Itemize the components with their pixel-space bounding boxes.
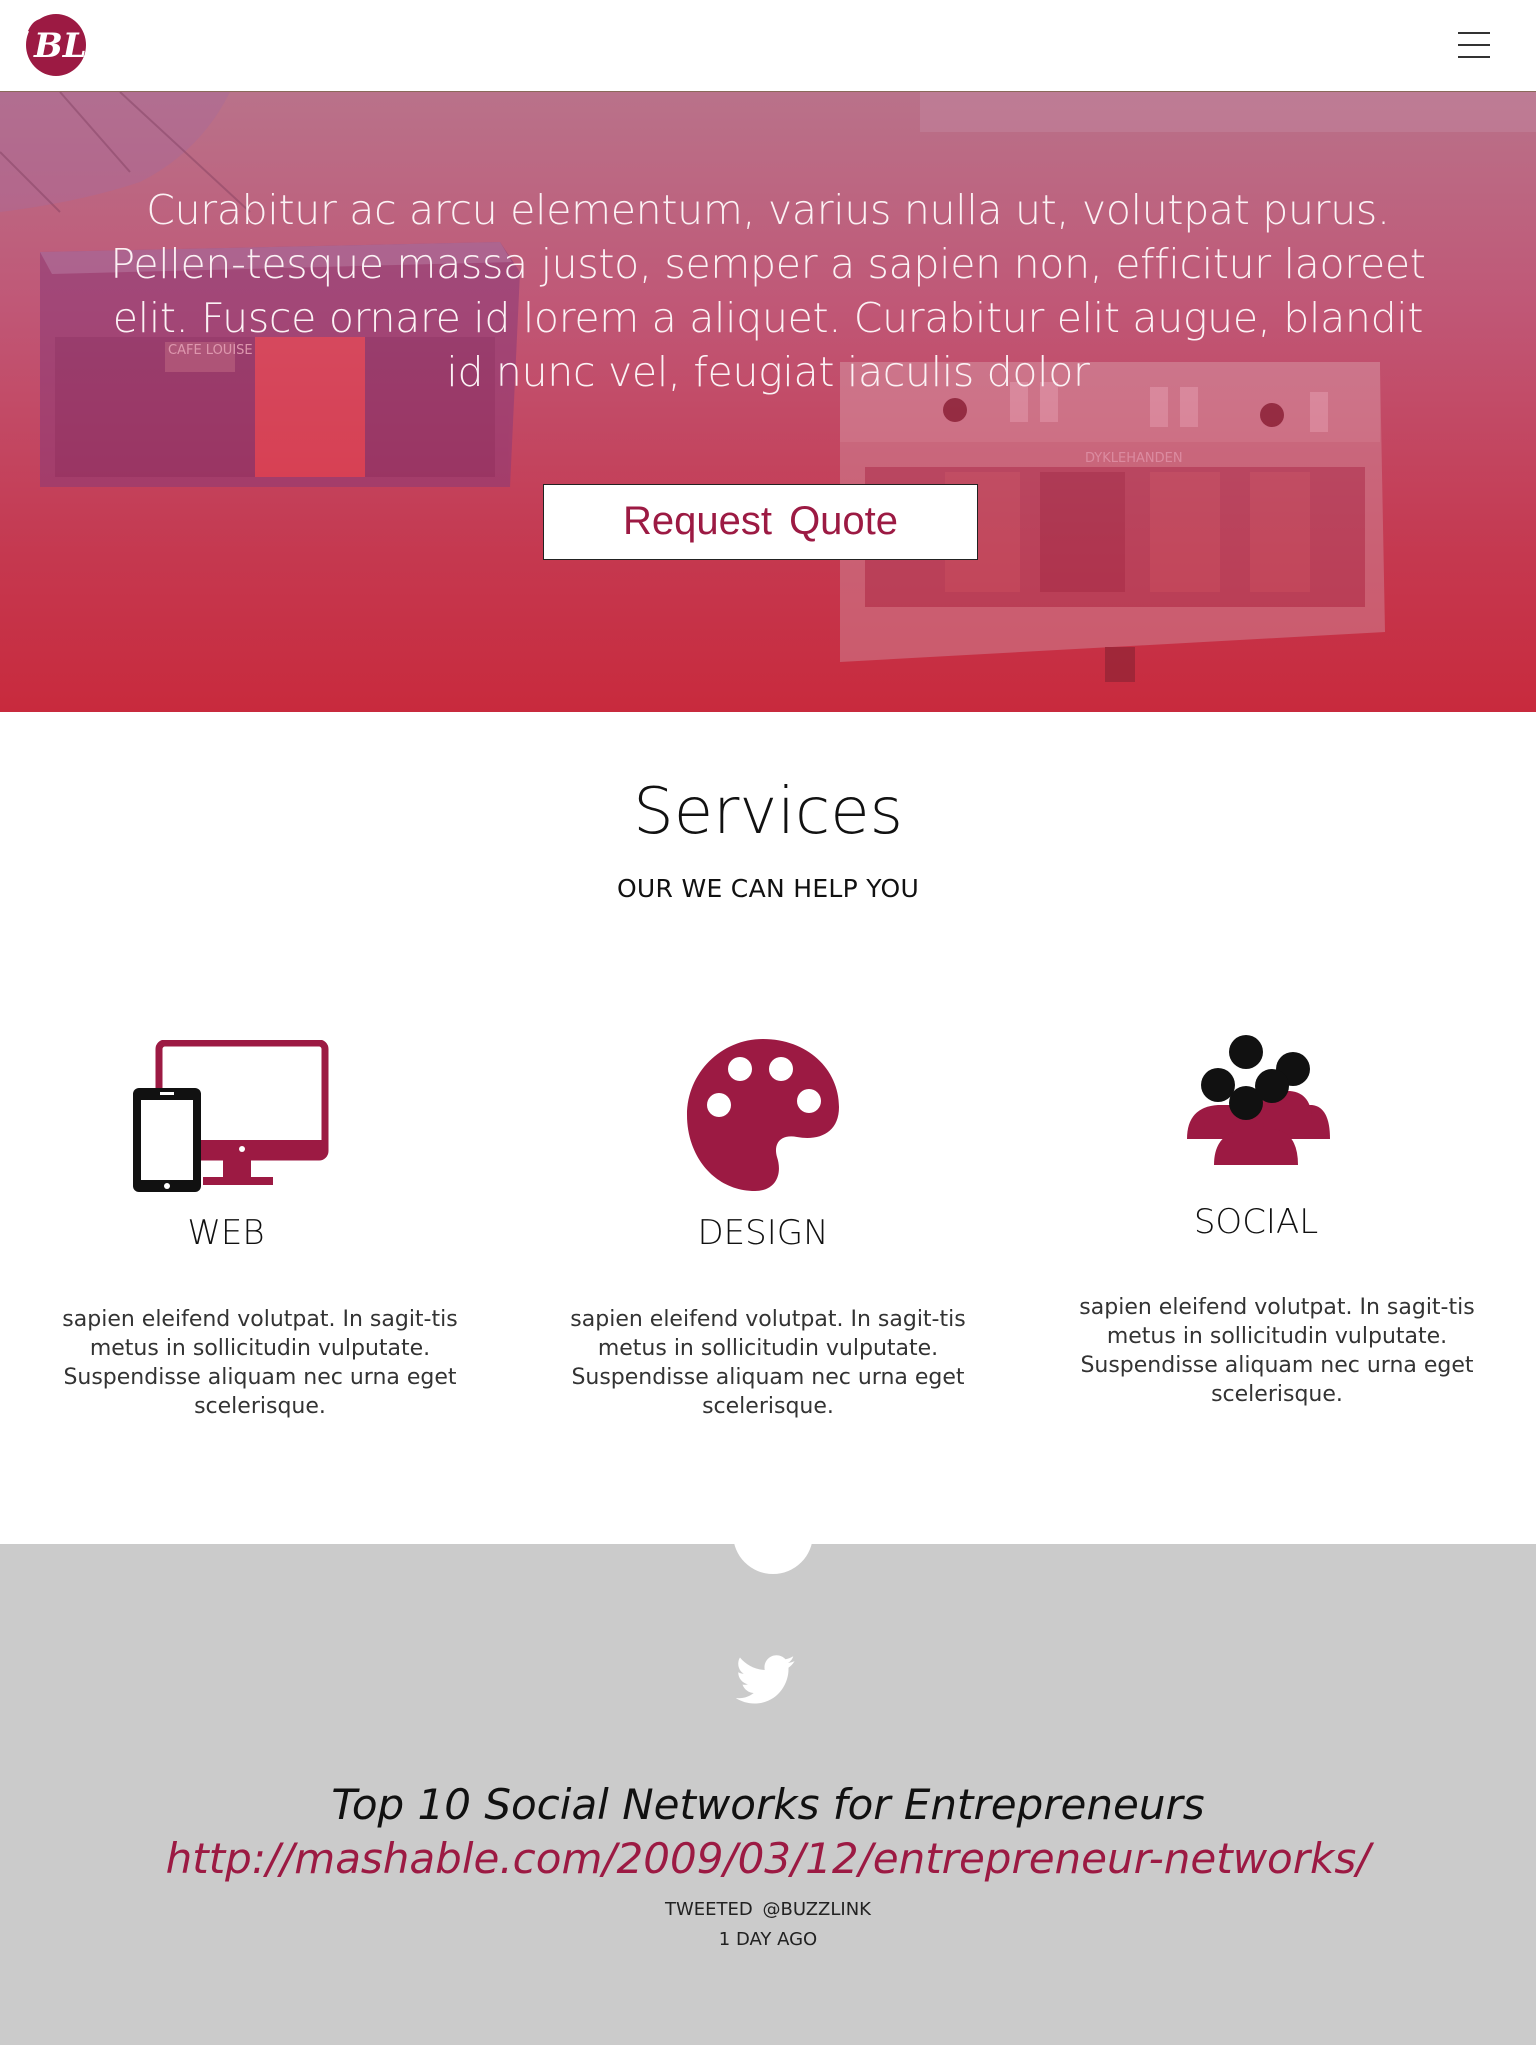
tweet-author: TWEETED @BUZZLINK <box>665 1899 871 1920</box>
service-desc-design: sapien eleifend volutpat. In sagit-tis m… <box>570 1307 966 1419</box>
hero-banner: CAFE LOUISE DYKLEHANDEN Curabitur ac arc… <box>0 91 1536 712</box>
hamburger-menu-icon[interactable] <box>1454 30 1494 60</box>
devices-icon <box>132 1039 330 1194</box>
svg-text:BL: BL <box>33 26 87 66</box>
hero-tagline: Curabitur ac arcu elementum, varius null… <box>110 186 1426 396</box>
svg-text:DYKLEHANDEN: DYKLEHANDEN <box>1085 451 1183 466</box>
section-notch <box>733 1494 813 1574</box>
tweet-title: Top 10 Social Networks for Entrepreneurs <box>331 1780 1205 1829</box>
twitter-bird-icon[interactable] <box>735 1654 796 1706</box>
bl-monogram-logo[interactable]: BL <box>22 11 88 79</box>
services-subtitle: OUR WE CAN HELP YOU <box>616 874 920 903</box>
tweet-link[interactable]: http://mashable.com/2009/03/12/entrepren… <box>0 1834 1536 1883</box>
palette-icon <box>685 1037 841 1193</box>
service-desc-social: sapien eleifend volutpat. In sagit-tis m… <box>1079 1295 1475 1407</box>
service-desc-web: sapien eleifend volutpat. In sagit-tis m… <box>62 1307 458 1419</box>
service-label-web: WEB <box>187 1213 265 1253</box>
people-group-icon <box>1186 1035 1332 1167</box>
services-title: Services <box>633 775 903 849</box>
tweet-timestamp: 1 DAY AGO <box>718 1929 818 1950</box>
service-label-design: DESIGN <box>697 1213 829 1253</box>
request-quote-button[interactable]: Request Quote <box>543 484 978 560</box>
service-label-social: SOCIAL <box>1193 1202 1319 1242</box>
site-header: BL <box>0 0 1536 91</box>
